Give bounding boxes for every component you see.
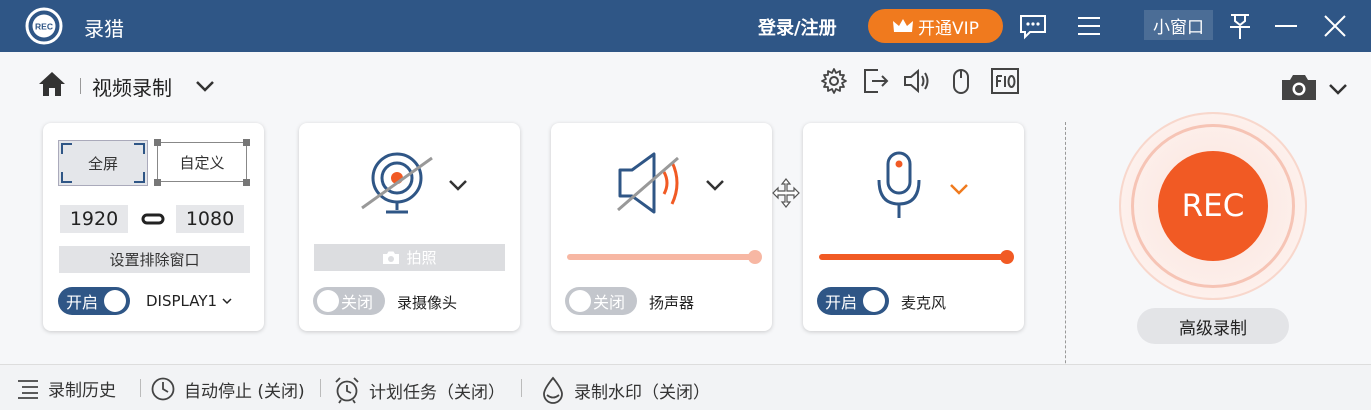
divider <box>80 78 81 94</box>
display-select[interactable]: DISPLAY1 <box>146 292 233 310</box>
schedule-label: 计划任务（关闭） <box>369 382 505 403</box>
screen-toggle[interactable]: 开启 <box>58 287 130 315</box>
message-icon[interactable] <box>1018 11 1048 41</box>
home-icon[interactable] <box>37 70 67 98</box>
clock-icon <box>151 377 175 401</box>
title-bar: REC 录猎 登录/注册 开通VIP 小窗口 <box>0 0 1371 52</box>
schedule-task-button[interactable]: 计划任务（关闭） <box>333 376 505 404</box>
link-ratio-icon[interactable] <box>141 212 165 226</box>
chevron-down-icon[interactable] <box>702 172 728 198</box>
chevron-down-icon <box>222 298 232 305</box>
history-label: 录制历史 <box>48 381 116 401</box>
mic-volume-slider[interactable] <box>819 254 1009 260</box>
watermark-label: 录制水印（关闭） <box>574 382 710 403</box>
speaker-toggle[interactable]: 关闭 <box>565 287 637 315</box>
resize-handle <box>154 179 161 186</box>
toggle-label: 关闭 <box>593 293 626 312</box>
display-label: DISPLAY1 <box>146 292 218 310</box>
exclude-window-button[interactable]: 设置排除窗口 <box>59 246 250 273</box>
height-input[interactable]: 1080 <box>176 205 244 233</box>
resize-handle <box>243 179 250 186</box>
mic-toggle[interactable]: 开启 <box>817 287 889 315</box>
speaker-muted-icon <box>617 152 679 214</box>
camera-screenshot-icon[interactable] <box>1280 72 1318 102</box>
alarm-clock-icon <box>335 377 359 404</box>
mode-title[interactable]: 视频录制 <box>92 72 172 101</box>
toggle-label: 关闭 <box>341 293 374 312</box>
hotkey-f10-icon[interactable] <box>990 66 1020 96</box>
chevron-down-icon[interactable] <box>1326 77 1350 101</box>
speaker-label: 扬声器 <box>649 294 695 312</box>
chevron-down-icon[interactable] <box>193 74 217 98</box>
toggle-label: 开启 <box>825 293 858 312</box>
divider <box>1065 122 1066 398</box>
mic-volume-knob[interactable] <box>1000 250 1014 264</box>
menu-icon[interactable] <box>1074 11 1104 41</box>
bottom-bar: 录制历史 自动停止 (关闭) 计划任务（关闭） 录制水印（关闭） <box>0 364 1371 410</box>
watermark-button[interactable]: 录制水印（关闭） <box>540 376 710 404</box>
rec-button[interactable]: REC <box>1158 151 1268 261</box>
vip-button[interactable]: 开通VIP <box>868 9 1003 43</box>
auto-stop-button[interactable]: 自动停止 (关闭) <box>150 376 305 402</box>
divider <box>320 379 321 397</box>
divider <box>140 379 141 397</box>
move-arrows-icon <box>772 178 800 208</box>
microphone-icon <box>877 151 921 218</box>
auto-stop-label: 自动停止 (关闭) <box>184 381 305 402</box>
resize-handle <box>154 139 161 146</box>
webcam-label: 录摄像头 <box>397 294 458 312</box>
crown-icon <box>893 19 914 32</box>
toggle-knob <box>317 290 339 312</box>
camera-icon <box>383 251 400 264</box>
custom-region-label: 自定义 <box>179 153 225 172</box>
login-register-link[interactable]: 登录/注册 <box>758 14 837 40</box>
divider <box>521 379 522 397</box>
toggle-knob <box>104 290 126 312</box>
webcam-toggle[interactable]: 关闭 <box>313 287 385 315</box>
photo-label: 拍照 <box>406 249 437 267</box>
list-icon <box>18 379 38 399</box>
mouse-icon[interactable] <box>946 66 976 96</box>
speaker-volume-slider[interactable] <box>567 254 757 260</box>
chevron-down-icon[interactable] <box>946 176 972 202</box>
mini-window-button[interactable]: 小窗口 <box>1144 10 1213 40</box>
chevron-down-icon[interactable] <box>445 172 471 198</box>
export-icon[interactable] <box>860 66 890 96</box>
rec-label: REC <box>1181 188 1245 224</box>
volume-icon[interactable] <box>902 66 932 96</box>
record-history-button[interactable]: 录制历史 <box>16 376 116 401</box>
advanced-record-button[interactable]: 高级录制 <box>1137 308 1289 344</box>
toggle-knob <box>863 290 885 312</box>
app-logo-icon: REC <box>25 7 63 45</box>
fullscreen-frame-icon <box>61 143 145 183</box>
mic-label: 麦克风 <box>901 294 947 312</box>
settings-gear-icon[interactable] <box>819 66 849 96</box>
custom-region-button[interactable]: 自定义 <box>157 142 247 182</box>
toggle-label: 开启 <box>66 293 99 312</box>
logo-text: REC <box>35 22 53 32</box>
speaker-volume-knob[interactable] <box>748 250 762 264</box>
vip-label: 开通VIP <box>918 18 979 39</box>
pin-icon[interactable] <box>1225 11 1255 41</box>
width-input[interactable]: 1920 <box>60 205 128 233</box>
webcam-disabled-icon <box>361 152 433 214</box>
close-icon[interactable] <box>1320 11 1350 41</box>
toggle-knob <box>569 290 591 312</box>
minimize-icon[interactable] <box>1271 11 1301 41</box>
app-title: 录猎 <box>84 17 124 41</box>
water-drop-icon <box>543 376 563 404</box>
resize-handle <box>243 139 250 146</box>
take-photo-button[interactable]: 拍照 <box>314 244 505 271</box>
